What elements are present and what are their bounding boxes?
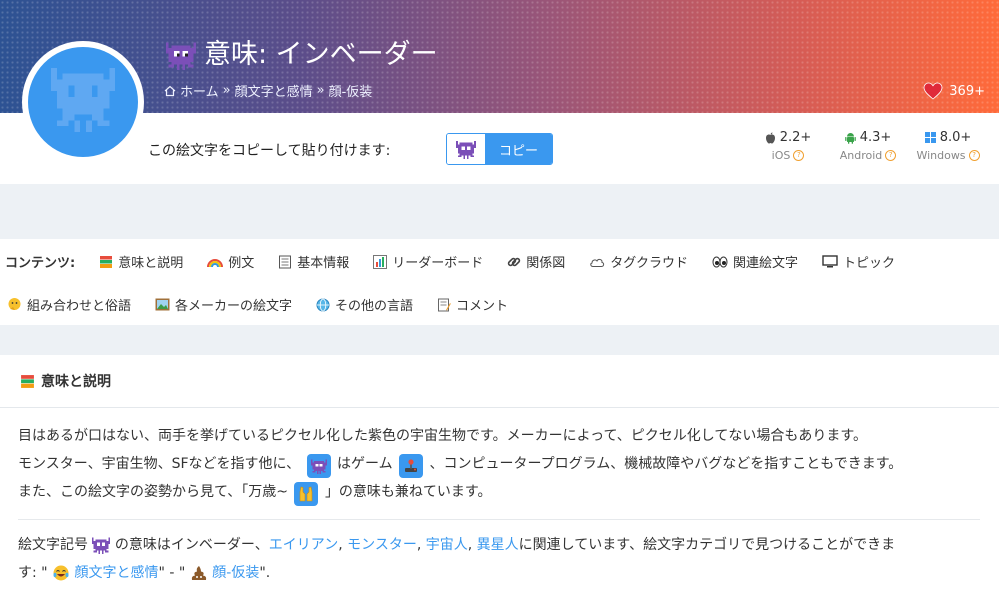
android-icon [844,132,856,144]
description-paragraph: 目はあるが口はない、両手を挙げているピクセル化した紫色の宇宙生物です。メーカーに… [18,422,983,506]
thinking-face-icon [8,298,21,310]
heart-icon[interactable] [923,82,943,100]
copy-label: この絵文字をコピーして貼り付けます: [148,143,391,159]
related-link-space-person[interactable]: 宇宙人 [426,537,468,553]
copy-widget: コピー [446,133,554,165]
nav-item-comments[interactable]: コメント [437,295,508,314]
contents-nav: コンテンツ: 意味と説明 例文 基本情報 リーダーボード 関係図 タグクラウド … [0,239,999,325]
nav-item-basic-info[interactable]: 基本情報 [278,252,349,271]
nav-item-combos-slang[interactable]: 組み合わせと俗語 [7,295,131,314]
related-link-monster[interactable]: モンスター [347,537,417,553]
divider [18,519,980,520]
joystick-icon [405,459,418,472]
like-counter[interactable]: 369+ [923,82,985,100]
nav-item-tag-cloud[interactable]: タグクラウド [589,252,688,271]
nav-item-relations[interactable]: 関係図 [507,252,565,271]
help-icon[interactable]: ? [968,150,980,161]
page-title: 意味: インベーダー [204,39,438,70]
tears-of-joy-icon [53,565,69,581]
link-icon [508,257,521,266]
alien-monster-icon [456,140,476,159]
contents-heading: コンテンツ: [5,256,76,271]
alien-monster-icon [310,459,327,474]
related-link-alien[interactable]: エイリアン [269,537,338,553]
joystick-emoji-chip[interactable] [399,454,424,478]
nav-item-leaderboard[interactable]: リーダーボード [373,252,483,271]
platform-android[interactable]: 4.3+ Android? [828,130,908,162]
header-banner [0,0,999,113]
help-icon[interactable]: ? [793,150,805,161]
related-link-extraterrestrial[interactable]: 異星人 [477,537,519,553]
breadcrumb: ホーム » 顔文字と感情 » 顔-仮装 [164,81,372,100]
monitor-icon [822,255,838,268]
globe-icon [316,298,330,311]
copy-button[interactable]: コピー [485,134,553,164]
section-header: 意味と説明 [0,355,999,408]
books-icon [100,255,113,268]
notepad-icon [279,255,292,268]
alien-monster-emoji-chip[interactable] [306,454,331,478]
cloud-icon [590,258,605,267]
apple-icon [765,132,775,143]
memo-icon [438,298,451,311]
meaning-section: 意味と説明 目はあるが口はない、両手を挙げているピクセル化した紫色の宇宙生物です… [0,355,999,600]
bar-chart-icon [373,254,388,269]
pile-of-poo-icon [191,566,207,580]
alien-monster-icon [166,42,196,70]
rainbow-icon [207,258,224,267]
breadcrumb-category[interactable]: 顔文字と感情 [235,81,313,100]
copy-emoji-preview[interactable] [447,134,485,164]
breadcrumb-home[interactable]: ホーム [180,81,219,100]
emoji-avatar [22,41,144,163]
windows-icon [924,132,936,143]
framed-picture-icon [155,298,170,311]
nav-item-meaning[interactable]: 意味と説明 [99,252,183,271]
like-count: 369+ [949,83,985,99]
eyes-icon [712,256,728,267]
platform-windows[interactable]: 8.0+ Windows? [908,130,988,162]
section-title: 意味と説明 [41,374,111,390]
raising-hands-icon [300,486,313,502]
platform-support: 2.2+ iOS? 4.3+ Android? 8.0+ Windows ? [748,130,988,162]
home-icon [164,85,176,96]
raising-hands-emoji-chip[interactable] [294,482,319,506]
nav-item-other-languages[interactable]: その他の言語 [316,295,413,314]
related-paragraph: 絵文字記号 の意味はインベーダー、エイリアン, モンスター, 宇宙人, 異星人に… [18,537,896,581]
nav-item-examples[interactable]: 例文 [207,252,254,271]
category-link-costume[interactable]: 顔-仮装 [212,565,259,581]
breadcrumb-subcategory[interactable]: 顔-仮装 [329,81,373,100]
nav-item-vendors[interactable]: 各メーカーの絵文字 [155,295,292,314]
platform-ios[interactable]: 2.2+ iOS? [748,130,828,162]
copy-strip: この絵文字をコピーして貼り付けます: コピー 2.2+ iOS ? 4.3+ A… [0,113,999,184]
nav-item-topics[interactable]: トピック [822,252,895,271]
category-link-smileys[interactable]: 顔文字と感情 [75,565,159,581]
books-icon [21,374,34,388]
alien-monster-icon [50,67,116,132]
separator-band [0,325,999,355]
help-icon[interactable]: ? [885,150,897,161]
separator-band [0,184,999,239]
nav-item-related-emoji[interactable]: 関連絵文字 [712,252,798,271]
alien-monster-icon [92,537,111,554]
